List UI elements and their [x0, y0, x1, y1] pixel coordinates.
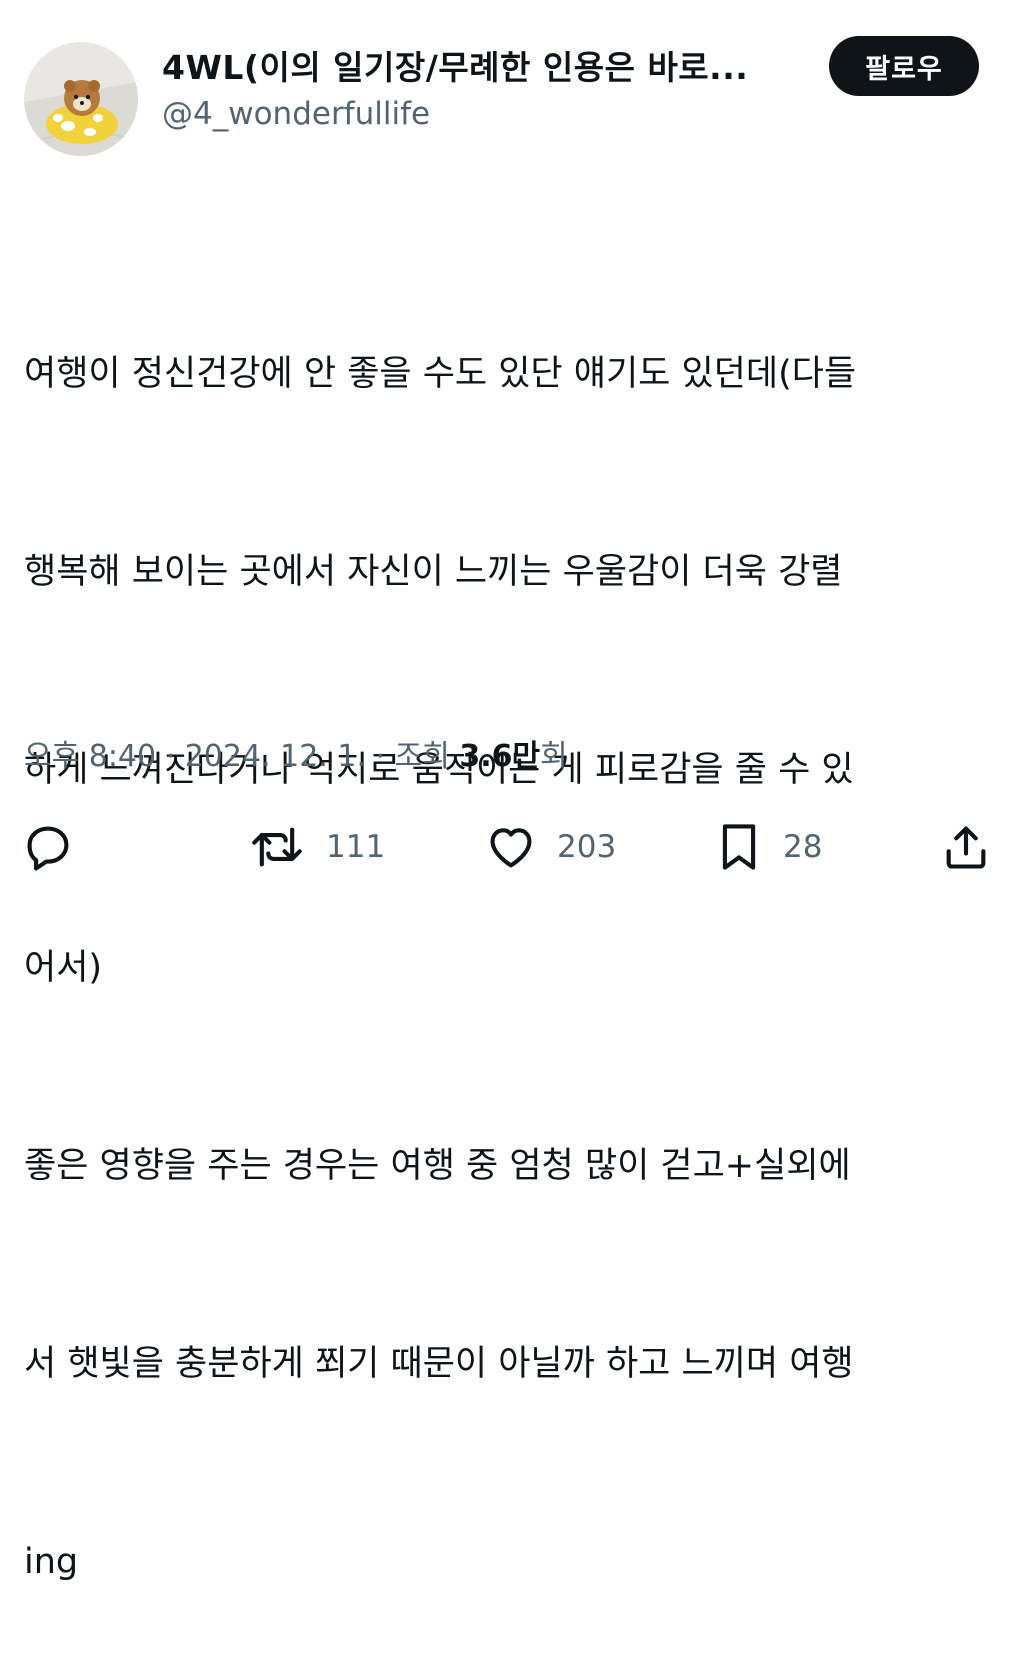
tweet-text: 여행이 정신건강에 안 좋을 수도 있단 얘기도 있던데(다들 행복해 보이는 …: [24, 209, 1014, 1661]
retweet-button[interactable]: 111: [248, 815, 385, 879]
reply-bubble-icon: [27, 826, 69, 871]
views-count: 3.6만: [459, 739, 541, 774]
tweet-line: 여행이 정신건강에 안 좋을 수도 있단 얘기도 있던데(다들: [24, 354, 857, 394]
like-count: 203: [557, 829, 617, 865]
reply-button[interactable]: [22, 815, 74, 879]
views-label: 조회: [394, 739, 450, 774]
retweet-icon: [252, 827, 302, 867]
bookmark-button[interactable]: 28: [715, 815, 822, 879]
share-button[interactable]: [940, 815, 992, 879]
meta-separator: ·: [366, 739, 395, 774]
bookmark-icon: [722, 824, 756, 870]
tweet-line: 서 햇빛을 충분하게 쬐기 때문이 아닐까 하고 느끼며 여행: [24, 1344, 854, 1384]
tweet-line: ing: [24, 1542, 79, 1582]
avatar[interactable]: [24, 42, 138, 156]
views-suffix: 회: [540, 739, 568, 774]
display-name[interactable]: 4WL(이의 일기장/무례한 인용은 바로...: [162, 44, 792, 92]
tweet-line: 행복해 보이는 곳에서 자신이 느끼는 우울감이 더욱 강렬: [24, 552, 843, 592]
tweet-time[interactable]: 오후 8:40: [24, 739, 156, 774]
author-names: 4WL(이의 일기장/무례한 인용은 바로... @4_wonderfullif…: [162, 44, 812, 136]
tweet-header: 4WL(이의 일기장/무례한 인용은 바로... @4_wonderfullif…: [0, 0, 1024, 170]
like-button[interactable]: 203: [485, 815, 616, 879]
tweet-date[interactable]: 2024. 12. 1.: [185, 739, 366, 774]
tweet-line: 어서): [24, 948, 103, 988]
avatar-image: [24, 42, 138, 156]
bookmark-count: 28: [783, 829, 823, 865]
meta-separator: ·: [156, 739, 185, 774]
follow-button[interactable]: 팔로우: [829, 36, 979, 96]
retweet-count: 111: [326, 829, 386, 865]
heart-icon: [490, 828, 532, 868]
tweet-meta: 오후 8:40 · 2024. 12. 1. · 조회 3.6만회: [24, 733, 568, 781]
tweet-line: 좋은 영향을 주는 경우는 여행 중 엄청 많이 걷고+실외에: [24, 1146, 851, 1186]
user-handle[interactable]: @4_wonderfullife: [162, 92, 812, 136]
share-icon: [946, 826, 986, 869]
action-bar: 111 203 28: [0, 815, 1024, 879]
